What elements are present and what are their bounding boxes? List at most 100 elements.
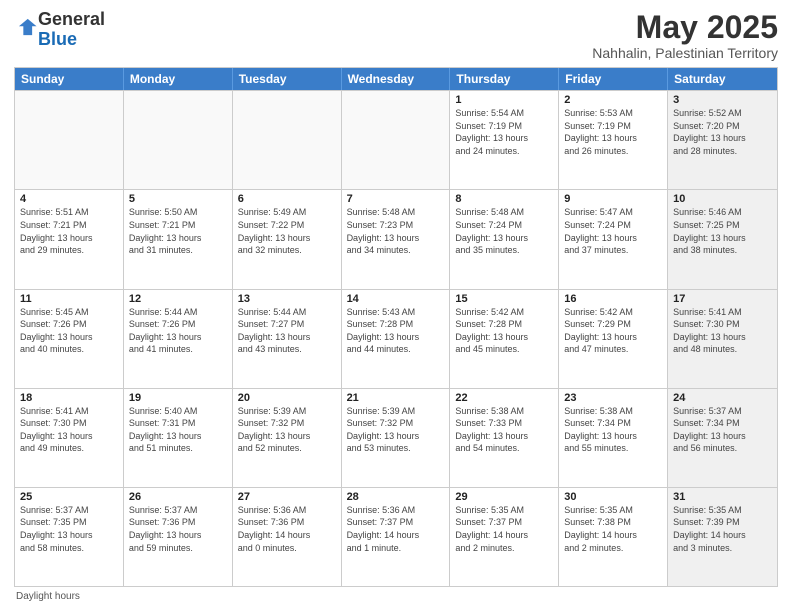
day-info: Sunrise: 5:40 AM Sunset: 7:31 PM Dayligh… (129, 405, 227, 455)
day-number: 28 (347, 491, 445, 503)
cal-cell-1-0: 4Sunrise: 5:51 AM Sunset: 7:21 PM Daylig… (15, 190, 124, 288)
day-number: 1 (455, 94, 553, 106)
cal-cell-4-1: 26Sunrise: 5:37 AM Sunset: 7:36 PM Dayli… (124, 488, 233, 586)
day-number: 26 (129, 491, 227, 503)
cal-cell-3-3: 21Sunrise: 5:39 AM Sunset: 7:32 PM Dayli… (342, 389, 451, 487)
weekday-header-wednesday: Wednesday (342, 68, 451, 90)
cal-row-2: 11Sunrise: 5:45 AM Sunset: 7:26 PM Dayli… (15, 289, 777, 388)
day-info: Sunrise: 5:51 AM Sunset: 7:21 PM Dayligh… (20, 206, 118, 256)
day-info: Sunrise: 5:42 AM Sunset: 7:28 PM Dayligh… (455, 306, 553, 356)
cal-cell-4-2: 27Sunrise: 5:36 AM Sunset: 7:36 PM Dayli… (233, 488, 342, 586)
cal-cell-3-1: 19Sunrise: 5:40 AM Sunset: 7:31 PM Dayli… (124, 389, 233, 487)
day-info: Sunrise: 5:35 AM Sunset: 7:39 PM Dayligh… (673, 504, 772, 554)
cal-cell-1-4: 8Sunrise: 5:48 AM Sunset: 7:24 PM Daylig… (450, 190, 559, 288)
calendar-header: SundayMondayTuesdayWednesdayThursdayFrid… (15, 68, 777, 90)
cal-cell-3-5: 23Sunrise: 5:38 AM Sunset: 7:34 PM Dayli… (559, 389, 668, 487)
day-number: 25 (20, 491, 118, 503)
day-info: Sunrise: 5:36 AM Sunset: 7:36 PM Dayligh… (238, 504, 336, 554)
day-info: Sunrise: 5:39 AM Sunset: 7:32 PM Dayligh… (238, 405, 336, 455)
day-number: 20 (238, 392, 336, 404)
day-number: 22 (455, 392, 553, 404)
daylight-label: Daylight hours (16, 591, 80, 602)
day-number: 18 (20, 392, 118, 404)
cal-cell-2-6: 17Sunrise: 5:41 AM Sunset: 7:30 PM Dayli… (668, 290, 777, 388)
cal-cell-4-4: 29Sunrise: 5:35 AM Sunset: 7:37 PM Dayli… (450, 488, 559, 586)
cal-cell-2-0: 11Sunrise: 5:45 AM Sunset: 7:26 PM Dayli… (15, 290, 124, 388)
title-block: May 2025 Nahhalin, Palestinian Territory (592, 10, 778, 61)
day-number: 3 (673, 94, 772, 106)
day-number: 10 (673, 193, 772, 205)
day-number: 4 (20, 193, 118, 205)
cal-cell-3-6: 24Sunrise: 5:37 AM Sunset: 7:34 PM Dayli… (668, 389, 777, 487)
cal-cell-4-3: 28Sunrise: 5:36 AM Sunset: 7:37 PM Dayli… (342, 488, 451, 586)
day-number: 5 (129, 193, 227, 205)
cal-cell-0-5: 2Sunrise: 5:53 AM Sunset: 7:19 PM Daylig… (559, 91, 668, 189)
calendar: SundayMondayTuesdayWednesdayThursdayFrid… (14, 67, 778, 587)
day-number: 21 (347, 392, 445, 404)
cal-row-3: 18Sunrise: 5:41 AM Sunset: 7:30 PM Dayli… (15, 388, 777, 487)
day-info: Sunrise: 5:38 AM Sunset: 7:33 PM Dayligh… (455, 405, 553, 455)
day-info: Sunrise: 5:49 AM Sunset: 7:22 PM Dayligh… (238, 206, 336, 256)
logo-blue: Blue (38, 29, 77, 49)
logo-text: General Blue (38, 10, 105, 50)
day-info: Sunrise: 5:43 AM Sunset: 7:28 PM Dayligh… (347, 306, 445, 356)
day-number: 19 (129, 392, 227, 404)
calendar-body: 1Sunrise: 5:54 AM Sunset: 7:19 PM Daylig… (15, 90, 777, 586)
cal-cell-0-4: 1Sunrise: 5:54 AM Sunset: 7:19 PM Daylig… (450, 91, 559, 189)
day-info: Sunrise: 5:35 AM Sunset: 7:38 PM Dayligh… (564, 504, 662, 554)
cal-cell-0-3 (342, 91, 451, 189)
day-info: Sunrise: 5:41 AM Sunset: 7:30 PM Dayligh… (20, 405, 118, 455)
day-info: Sunrise: 5:48 AM Sunset: 7:24 PM Dayligh… (455, 206, 553, 256)
day-number: 23 (564, 392, 662, 404)
day-info: Sunrise: 5:50 AM Sunset: 7:21 PM Dayligh… (129, 206, 227, 256)
header: General Blue May 2025 Nahhalin, Palestin… (14, 10, 778, 61)
cal-row-0: 1Sunrise: 5:54 AM Sunset: 7:19 PM Daylig… (15, 90, 777, 189)
day-number: 27 (238, 491, 336, 503)
cal-row-1: 4Sunrise: 5:51 AM Sunset: 7:21 PM Daylig… (15, 189, 777, 288)
weekday-header-monday: Monday (124, 68, 233, 90)
day-number: 6 (238, 193, 336, 205)
day-number: 7 (347, 193, 445, 205)
day-number: 17 (673, 293, 772, 305)
day-info: Sunrise: 5:39 AM Sunset: 7:32 PM Dayligh… (347, 405, 445, 455)
day-number: 30 (564, 491, 662, 503)
day-info: Sunrise: 5:44 AM Sunset: 7:26 PM Dayligh… (129, 306, 227, 356)
day-info: Sunrise: 5:38 AM Sunset: 7:34 PM Dayligh… (564, 405, 662, 455)
cal-cell-0-6: 3Sunrise: 5:52 AM Sunset: 7:20 PM Daylig… (668, 91, 777, 189)
day-number: 12 (129, 293, 227, 305)
day-info: Sunrise: 5:41 AM Sunset: 7:30 PM Dayligh… (673, 306, 772, 356)
cal-cell-2-1: 12Sunrise: 5:44 AM Sunset: 7:26 PM Dayli… (124, 290, 233, 388)
day-info: Sunrise: 5:37 AM Sunset: 7:35 PM Dayligh… (20, 504, 118, 554)
cal-cell-3-0: 18Sunrise: 5:41 AM Sunset: 7:30 PM Dayli… (15, 389, 124, 487)
cal-cell-2-4: 15Sunrise: 5:42 AM Sunset: 7:28 PM Dayli… (450, 290, 559, 388)
cal-row-4: 25Sunrise: 5:37 AM Sunset: 7:35 PM Dayli… (15, 487, 777, 586)
cal-cell-2-2: 13Sunrise: 5:44 AM Sunset: 7:27 PM Dayli… (233, 290, 342, 388)
cal-cell-1-2: 6Sunrise: 5:49 AM Sunset: 7:22 PM Daylig… (233, 190, 342, 288)
day-number: 16 (564, 293, 662, 305)
weekday-header-thursday: Thursday (450, 68, 559, 90)
main-title: May 2025 (592, 10, 778, 45)
page: General Blue May 2025 Nahhalin, Palestin… (0, 0, 792, 612)
day-number: 11 (20, 293, 118, 305)
logo: General Blue (14, 10, 105, 50)
day-info: Sunrise: 5:42 AM Sunset: 7:29 PM Dayligh… (564, 306, 662, 356)
day-info: Sunrise: 5:37 AM Sunset: 7:34 PM Dayligh… (673, 405, 772, 455)
day-number: 24 (673, 392, 772, 404)
cal-cell-2-5: 16Sunrise: 5:42 AM Sunset: 7:29 PM Dayli… (559, 290, 668, 388)
cal-cell-1-3: 7Sunrise: 5:48 AM Sunset: 7:23 PM Daylig… (342, 190, 451, 288)
day-number: 9 (564, 193, 662, 205)
weekday-header-saturday: Saturday (668, 68, 777, 90)
day-info: Sunrise: 5:54 AM Sunset: 7:19 PM Dayligh… (455, 107, 553, 157)
day-info: Sunrise: 5:36 AM Sunset: 7:37 PM Dayligh… (347, 504, 445, 554)
day-number: 14 (347, 293, 445, 305)
weekday-header-tuesday: Tuesday (233, 68, 342, 90)
cal-cell-3-4: 22Sunrise: 5:38 AM Sunset: 7:33 PM Dayli… (450, 389, 559, 487)
day-info: Sunrise: 5:53 AM Sunset: 7:19 PM Dayligh… (564, 107, 662, 157)
day-number: 15 (455, 293, 553, 305)
day-number: 2 (564, 94, 662, 106)
cal-cell-3-2: 20Sunrise: 5:39 AM Sunset: 7:32 PM Dayli… (233, 389, 342, 487)
day-number: 8 (455, 193, 553, 205)
footer-note: Daylight hours (14, 591, 778, 602)
cal-cell-0-0 (15, 91, 124, 189)
cal-cell-0-2 (233, 91, 342, 189)
